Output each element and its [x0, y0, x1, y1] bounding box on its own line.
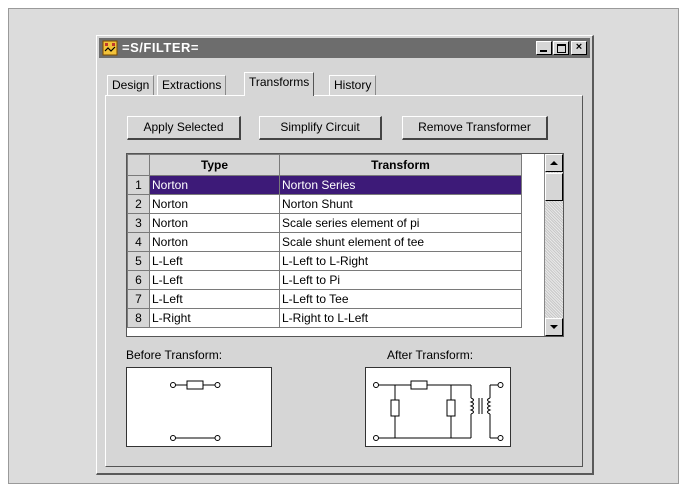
scroll-down-button[interactable]: [545, 318, 563, 336]
transform-cell[interactable]: Norton Series: [279, 175, 522, 195]
row-number[interactable]: 2: [127, 194, 150, 214]
table-row[interactable]: 2 Norton Norton Shunt: [127, 194, 522, 214]
table-row[interactable]: 3 Norton Scale series element of pi: [127, 213, 522, 233]
tab-transforms[interactable]: Transforms: [244, 72, 315, 96]
type-cell[interactable]: Norton: [149, 194, 280, 214]
vertical-scrollbar[interactable]: [544, 154, 563, 336]
row-number[interactable]: 8: [127, 308, 150, 328]
before-circuit-schematic: [170, 380, 221, 441]
table-row[interactable]: 4 Norton Scale shunt element of tee: [127, 232, 522, 252]
simplify-circuit-button[interactable]: Simplify Circuit: [259, 116, 382, 140]
row-number[interactable]: 4: [127, 232, 150, 252]
row-number[interactable]: 6: [127, 270, 150, 290]
row-number[interactable]: 5: [127, 251, 150, 271]
before-transform-diagram: [126, 367, 272, 447]
transform-cell[interactable]: L-Left to Pi: [279, 270, 522, 290]
type-cell[interactable]: Norton: [149, 213, 280, 233]
transforms-grid[interactable]: Type Transform 1 Norton Norton Series 2 Nort…: [126, 153, 564, 337]
type-cell[interactable]: L-Left: [149, 289, 280, 309]
transform-cell[interactable]: Scale series element of pi: [279, 213, 522, 233]
row-number[interactable]: 1: [127, 175, 150, 195]
transform-cell[interactable]: L-Left to L-Right: [279, 251, 522, 271]
column-header-transform[interactable]: Transform: [279, 154, 522, 176]
after-transform-label: After Transform:: [387, 348, 474, 362]
apply-selected-button[interactable]: Apply Selected: [127, 116, 241, 140]
transform-cell[interactable]: Norton Shunt: [279, 194, 522, 214]
scroll-up-button[interactable]: [545, 154, 563, 172]
after-circuit-schematic: [373, 380, 504, 441]
type-cell[interactable]: Norton: [149, 232, 280, 252]
tab-design[interactable]: Design: [107, 75, 155, 95]
app-filter-icon: [102, 40, 118, 56]
before-transform-label: Before Transform:: [126, 348, 223, 362]
row-number[interactable]: 7: [127, 289, 150, 309]
type-cell[interactable]: Norton: [149, 175, 280, 195]
maximize-icon: [557, 44, 566, 53]
tab-extractions[interactable]: Extractions: [157, 75, 227, 95]
transform-cell[interactable]: Scale shunt element of tee: [279, 232, 522, 252]
table-row[interactable]: 6 L-Left L-Left to Pi: [127, 270, 522, 290]
tab-history[interactable]: History: [329, 75, 377, 95]
corner-cell: [127, 154, 150, 176]
type-cell[interactable]: L-Left: [149, 251, 280, 271]
row-number[interactable]: 3: [127, 213, 150, 233]
table-row[interactable]: 1 Norton Norton Series: [127, 175, 522, 195]
maximize-button[interactable]: [553, 41, 569, 55]
column-header-type[interactable]: Type: [149, 154, 280, 176]
desktop-background: =S/FILTER= × Design Extractions Transfor…: [8, 8, 679, 484]
remove-transformer-button[interactable]: Remove Transformer: [402, 116, 548, 140]
scroll-thumb[interactable]: [545, 173, 563, 201]
window-title: =S/FILTER=: [122, 40, 199, 55]
table-row[interactable]: 7 L-Left L-Left to Tee: [127, 289, 522, 309]
minimize-button[interactable]: [536, 41, 552, 55]
header-row: Type Transform: [127, 154, 522, 176]
close-button[interactable]: ×: [571, 41, 587, 55]
minimize-icon: [540, 50, 547, 52]
table-row[interactable]: 5 L-Left L-Left to L-Right: [127, 251, 522, 271]
close-icon: ×: [575, 41, 583, 53]
type-cell[interactable]: L-Right: [149, 308, 280, 328]
after-transform-diagram: [365, 367, 511, 447]
transforms-table: Type Transform 1 Norton Norton Series 2 Nort…: [127, 154, 522, 328]
filter-window: =S/FILTER= × Design Extractions Transfor…: [96, 35, 594, 475]
arrow-down-icon: [550, 325, 558, 329]
arrow-up-icon: [550, 161, 558, 165]
transform-cell[interactable]: L-Right to L-Left: [279, 308, 522, 328]
table-row[interactable]: 8 L-Right L-Right to L-Left: [127, 308, 522, 328]
transform-cell[interactable]: L-Left to Tee: [279, 289, 522, 309]
type-cell[interactable]: L-Left: [149, 270, 280, 290]
title-bar[interactable]: =S/FILTER= ×: [99, 38, 590, 58]
